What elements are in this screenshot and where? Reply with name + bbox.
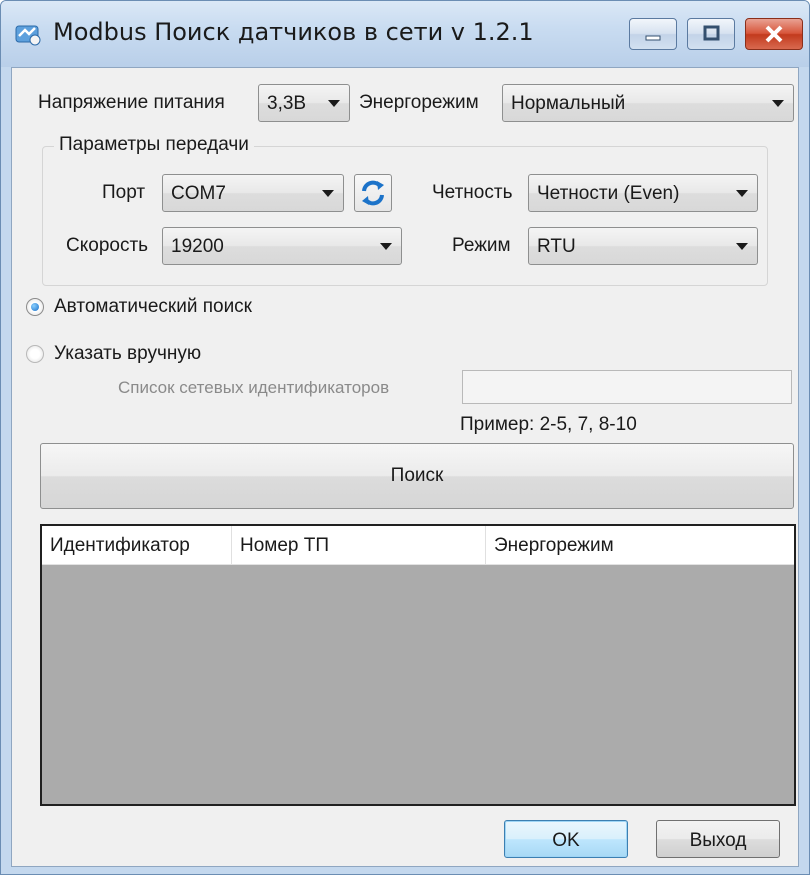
chevron-down-icon xyxy=(736,243,748,250)
column-header-power-mode[interactable]: Энергорежим xyxy=(486,526,794,564)
title-bar[interactable]: Modbus Поиск датчиков в сети v 1.2.1 xyxy=(1,1,809,67)
port-select[interactable]: COM7 xyxy=(162,174,344,212)
app-icon xyxy=(15,25,41,46)
mode-value: RTU xyxy=(537,236,576,257)
supply-voltage-value: 3,3В xyxy=(267,93,307,114)
results-header: Идентификатор Номер ТП Энергорежим xyxy=(42,526,794,565)
manual-radio[interactable] xyxy=(26,345,44,363)
column-header-tp-label: Номер ТП xyxy=(240,535,330,556)
main-window: Modbus Поиск датчиков в сети v 1.2.1 Нап… xyxy=(0,0,810,875)
supply-voltage-label: Напряжение питания xyxy=(38,92,225,113)
dialog-body: Напряжение питания 3,3В Энергорежим Норм… xyxy=(11,67,799,867)
minimize-icon xyxy=(645,35,661,41)
chevron-down-icon xyxy=(322,190,334,197)
port-value: COM7 xyxy=(171,183,226,204)
mode-label: Режим xyxy=(452,235,511,256)
exit-button[interactable]: Выход xyxy=(656,820,780,858)
maximize-icon xyxy=(703,25,720,41)
auto-search-label[interactable]: Автоматический поиск xyxy=(54,296,252,318)
parity-label: Четность xyxy=(432,182,513,203)
minimize-button[interactable] xyxy=(629,18,677,50)
close-icon xyxy=(765,25,783,43)
column-header-tp[interactable]: Номер ТП xyxy=(232,526,486,564)
speed-label: Скорость xyxy=(66,235,149,256)
column-header-power-mode-label: Энергорежим xyxy=(494,535,614,556)
chevron-down-icon xyxy=(380,243,392,250)
exit-button-label: Выход xyxy=(689,830,747,851)
power-mode-select[interactable]: Нормальный xyxy=(502,84,794,122)
id-list-label: Список сетевых идентификаторов xyxy=(118,378,390,397)
column-header-id[interactable]: Идентификатор xyxy=(42,526,232,564)
speed-value: 19200 xyxy=(171,236,224,257)
power-mode-value: Нормальный xyxy=(511,93,626,114)
close-button[interactable] xyxy=(745,18,803,50)
ok-button-label: OK xyxy=(552,830,580,851)
manual-label[interactable]: Указать вручную xyxy=(54,343,201,365)
search-button[interactable]: Поиск xyxy=(40,443,794,509)
port-label: Порт xyxy=(102,182,146,203)
chevron-down-icon xyxy=(772,100,784,107)
results-list[interactable]: Идентификатор Номер ТП Энергорежим xyxy=(40,524,796,806)
chevron-down-icon xyxy=(736,190,748,197)
refresh-ports-button[interactable] xyxy=(354,174,392,212)
speed-select[interactable]: 19200 xyxy=(162,227,402,265)
id-list-example: Пример: 2-5, 7, 8-10 xyxy=(460,414,637,435)
maximize-button[interactable] xyxy=(687,18,735,50)
transfer-params-group xyxy=(42,146,768,286)
parity-value: Четности (Even) xyxy=(537,183,680,204)
chevron-down-icon xyxy=(328,100,340,107)
ok-button[interactable]: OK xyxy=(504,820,628,858)
transfer-params-title: Параметры передачи xyxy=(54,134,254,156)
window-title: Modbus Поиск датчиков в сети v 1.2.1 xyxy=(53,18,534,46)
mode-select[interactable]: RTU xyxy=(528,227,758,265)
parity-select[interactable]: Четности (Even) xyxy=(528,174,758,212)
power-mode-label: Энергорежим xyxy=(359,92,479,113)
supply-voltage-select[interactable]: 3,3В xyxy=(258,84,350,122)
id-list-input[interactable] xyxy=(462,370,792,404)
column-header-id-label: Идентификатор xyxy=(50,535,190,556)
refresh-icon xyxy=(362,180,384,206)
search-button-label: Поиск xyxy=(390,465,444,486)
auto-search-radio[interactable] xyxy=(26,298,44,316)
